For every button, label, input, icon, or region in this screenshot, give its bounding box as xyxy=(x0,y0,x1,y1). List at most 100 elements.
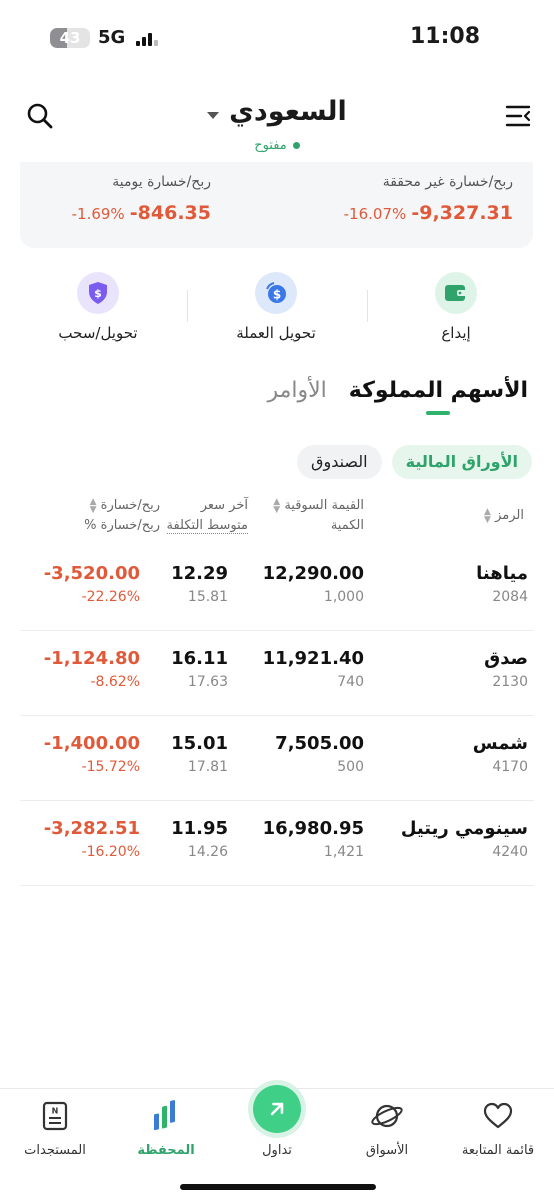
header-market-value-label: القيمة السوقية xyxy=(284,498,364,513)
active-tab-indicator xyxy=(426,411,451,415)
market-value: 12,290.00 xyxy=(262,563,364,584)
shield-dollar-icon: $ xyxy=(77,272,119,314)
menu-icon xyxy=(505,105,531,127)
market-selector[interactable]: السعودي xyxy=(0,96,554,127)
header-pl[interactable]: ربح/خسارة ▲ ▼ ربح/خسارة % xyxy=(84,496,160,536)
daily-pl-amount: -846.35 xyxy=(129,202,211,224)
header-quantity-label: الكمية xyxy=(330,518,364,533)
transfer-withdraw-button[interactable]: $ تحويل/سحب xyxy=(28,272,168,342)
tab-orders[interactable]: الأوامر xyxy=(267,378,326,415)
header-symbol-label: الرمز xyxy=(495,508,524,523)
header-pl-pct-label: ربح/خسارة % xyxy=(84,518,160,533)
quick-actions: إيداع $ تحويل العملة $ تحويل/سحب xyxy=(0,272,554,352)
menu-button[interactable] xyxy=(496,94,540,138)
table-row[interactable]: مياهنا 2084 12,290.00 1,000 12.29 15.81 -3,… xyxy=(20,546,534,631)
signal-icon xyxy=(136,31,162,46)
top-header: السعودي مفتوح xyxy=(0,86,554,156)
pl-pct: -8.62% xyxy=(90,674,140,690)
status-bar: 43 5G 11:08 xyxy=(0,0,554,76)
svg-text:$: $ xyxy=(94,287,102,300)
nav-trade[interactable]: تداول xyxy=(222,1085,332,1158)
quantity: 1,000 xyxy=(323,589,364,605)
currency-convert-label: تحويل العملة xyxy=(236,324,316,342)
last-price: 11.95 xyxy=(171,818,228,839)
status-time: 11:08 xyxy=(409,24,480,49)
deposit-label: إيداع xyxy=(441,324,471,342)
pl-pct: -22.26% xyxy=(81,589,140,605)
market-status: مفتوح xyxy=(0,138,554,153)
avg-cost: 17.63 xyxy=(187,674,228,690)
heart-icon xyxy=(483,1102,513,1129)
last-price: 12.29 xyxy=(171,563,228,584)
header-last-price-label: آخر سعر xyxy=(200,498,248,513)
stock-name: صدق xyxy=(484,648,528,669)
tab-holdings-label: الأسهم المملوكة xyxy=(348,378,528,403)
header-pl-label: ربح/خسارة xyxy=(100,498,160,513)
table-header: الرمز ▲ ▼ القيمة السوقية ▲ ▼ الكمية آخر سع… xyxy=(20,496,534,546)
table-row[interactable]: شمس 4170 7,505.00 500 15.01 17.81 -1,400.00… xyxy=(20,716,534,801)
header-symbol[interactable]: الرمز ▲ ▼ xyxy=(480,506,524,526)
pl-pct: -15.72% xyxy=(81,759,140,775)
daily-pl-label: ربح/خسارة يومية xyxy=(112,174,211,190)
nav-markets[interactable]: الأسواق xyxy=(332,1099,442,1158)
trade-swap-icon xyxy=(253,1085,301,1133)
sort-icon: ▲ ▼ xyxy=(273,496,281,515)
battery-icon: 43 xyxy=(50,28,90,48)
quantity: 1,421 xyxy=(323,844,364,860)
unrealized-pl-amount: -9,327.31 xyxy=(411,202,513,224)
nav-news[interactable]: N المستجدات xyxy=(0,1099,110,1158)
portfolio-bars-icon xyxy=(154,1100,175,1131)
quantity: 500 xyxy=(337,759,364,775)
stock-name: شمس xyxy=(472,733,528,754)
market-value: 7,505.00 xyxy=(275,733,364,754)
market-name: السعودي xyxy=(229,96,347,127)
unrealized-pl-label: ربح/خسارة غير محققة xyxy=(382,174,513,190)
deposit-button[interactable]: إيداع xyxy=(386,272,526,342)
table-row[interactable]: سينومي ريتيل 4240 16,980.95 1,421 11.95 14.… xyxy=(20,801,534,886)
chip-fund[interactable]: الصندوق xyxy=(297,445,382,479)
sort-icon: ▲ ▼ xyxy=(89,496,97,515)
nav-watchlist[interactable]: قائمة المتابعة xyxy=(443,1099,553,1158)
svg-text:N: N xyxy=(52,1107,59,1116)
stock-code: 2084 xyxy=(492,589,528,605)
market-value: 11,921.40 xyxy=(262,648,364,669)
currency-convert-button[interactable]: $ تحويل العملة xyxy=(206,272,346,342)
stock-code: 2130 xyxy=(492,674,528,690)
pl-amount: -3,520.00 xyxy=(43,563,140,584)
tab-holdings[interactable]: الأسهم المملوكة xyxy=(349,378,528,415)
header-avg-cost-label: متوسط التكلفة xyxy=(166,518,248,534)
status-dot-icon xyxy=(292,142,300,149)
nav-portfolio[interactable]: المحفظة xyxy=(111,1099,221,1158)
nav-portfolio-label: المحفظة xyxy=(137,1143,195,1158)
pl-summary-card: ربح/خسارة غير محققة -9,327.31 -16.07% رب… xyxy=(20,162,533,248)
nav-markets-label: الأسواق xyxy=(365,1143,409,1158)
header-market-value[interactable]: القيمة السوقية ▲ ▼ الكمية xyxy=(269,496,364,536)
pl-amount: -3,282.51 xyxy=(43,818,140,839)
header-last-price[interactable]: آخر سعر متوسط التكلفة xyxy=(166,496,248,536)
transfer-withdraw-label: تحويل/سحب xyxy=(58,324,138,342)
pl-amount: -1,124.80 xyxy=(43,648,140,669)
battery-level: 43 xyxy=(59,29,81,47)
stock-code: 4170 xyxy=(492,759,528,775)
news-document-icon: N xyxy=(42,1101,68,1131)
pl-pct: -16.20% xyxy=(81,844,140,860)
market-status-label: مفتوح xyxy=(254,138,287,153)
table-row[interactable]: صدق 2130 11,921.40 740 16.11 17.63 -1,124.8… xyxy=(20,631,534,716)
home-indicator[interactable] xyxy=(180,1184,376,1190)
stock-name: سينومي ريتيل xyxy=(400,818,528,839)
last-price: 15.01 xyxy=(171,733,228,754)
market-value: 16,980.95 xyxy=(262,818,364,839)
chip-securities[interactable]: الأوراق المالية xyxy=(391,445,532,479)
tab-orders-label: الأوامر xyxy=(267,378,327,403)
avg-cost: 17.81 xyxy=(187,759,228,775)
daily-pl-pct: -1.69% xyxy=(71,205,125,223)
avg-cost: 14.26 xyxy=(187,844,228,860)
stock-name: مياهنا xyxy=(476,563,528,584)
asset-type-filter: الأوراق المالية الصندوق xyxy=(287,445,532,479)
unrealized-pl-pct: -16.07% xyxy=(343,205,407,223)
daily-pl: ربح/خسارة يومية -846.35 -1.69% xyxy=(66,174,211,224)
wallet-icon xyxy=(435,272,477,314)
quantity: 740 xyxy=(337,674,364,690)
avg-cost: 15.81 xyxy=(187,589,228,605)
unrealized-pl: ربح/خسارة غير محققة -9,327.31 -16.07% xyxy=(338,174,513,224)
